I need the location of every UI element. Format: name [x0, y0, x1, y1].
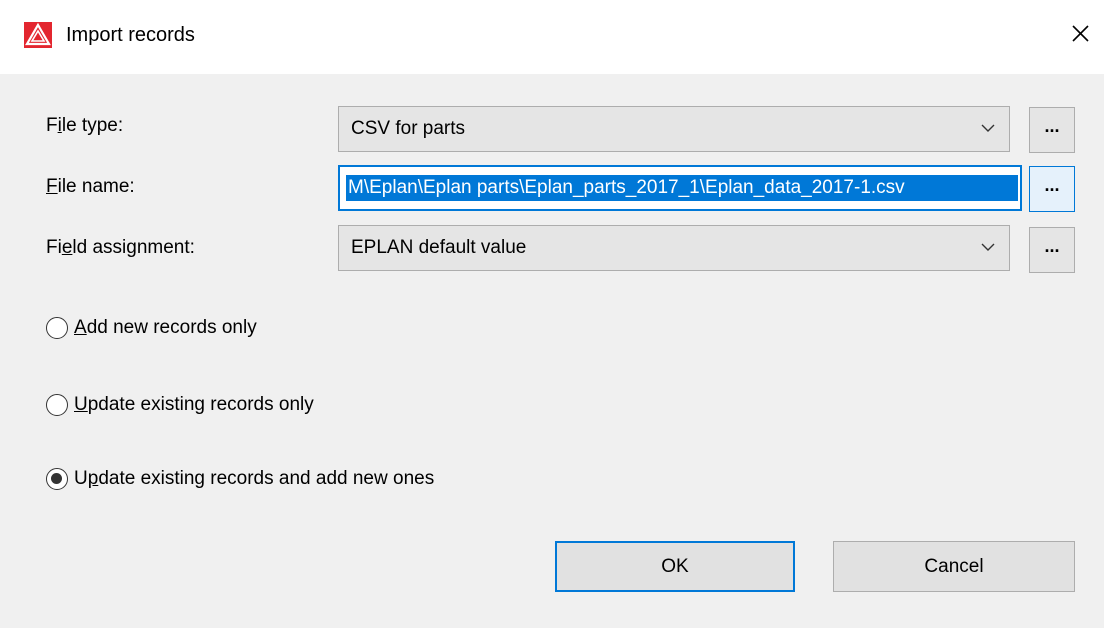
radio-label: Update existing records and add new ones	[74, 468, 435, 489]
field-assignment-label: Field assignment:	[46, 237, 195, 258]
radio-button-checked[interactable]	[46, 468, 68, 490]
radio-button[interactable]	[46, 394, 68, 416]
title-bar: Import records	[0, 0, 1104, 74]
file-type-browse-button[interactable]: ...	[1029, 107, 1075, 153]
file-name-label: File name:	[46, 176, 135, 197]
field-assignment-browse-button[interactable]: ...	[1029, 227, 1075, 273]
window-title: Import records	[66, 24, 195, 46]
radio-label: Update existing records only	[74, 394, 314, 415]
cancel-button[interactable]: Cancel	[833, 541, 1075, 592]
field-assignment-dropdown[interactable]: EPLAN default value	[338, 225, 1010, 271]
file-name-value: ‎M\Eplan\Eplan parts\Eplan_parts_2017_1\…	[346, 175, 1018, 201]
file-name-browse-button[interactable]: ...	[1029, 166, 1075, 212]
file-type-label: File type:	[46, 115, 124, 136]
close-icon[interactable]	[1060, 16, 1100, 52]
radio-button[interactable]	[46, 317, 68, 339]
file-type-dropdown[interactable]: CSV for parts	[338, 106, 1010, 152]
radio-add-new-only[interactable]: Add new records only	[46, 313, 257, 343]
file-name-input[interactable]: ‎M\Eplan\Eplan parts\Eplan_parts_2017_1\…	[338, 165, 1022, 211]
radio-label: Add new records only	[74, 317, 257, 338]
eplan-warning-icon	[24, 22, 52, 48]
chevron-down-icon	[981, 124, 995, 132]
ok-button[interactable]: OK	[555, 541, 795, 592]
radio-update-and-add[interactable]: Update existing records and add new ones	[46, 464, 434, 494]
field-assignment-value: EPLAN default value	[351, 237, 527, 258]
radio-update-existing-only[interactable]: Update existing records only	[46, 390, 314, 420]
chevron-down-icon	[981, 243, 995, 251]
file-type-value: CSV for parts	[351, 118, 466, 139]
